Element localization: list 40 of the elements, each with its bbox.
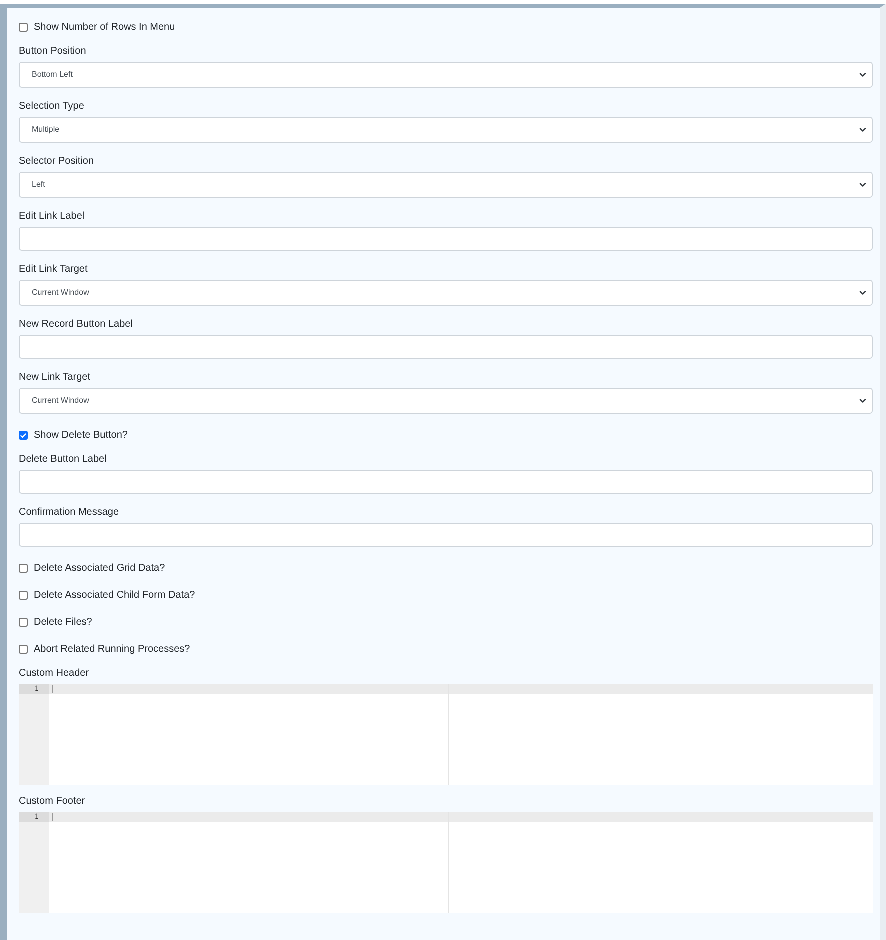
checkbox[interactable] [19,564,28,573]
check-icon [20,432,27,440]
field-label: Edit Link Label [19,210,86,223]
select-field[interactable]: Multiple [19,117,873,143]
field-label: Selection Type [19,100,86,113]
field-label: Custom Header [19,667,90,680]
checkbox-label: Abort Related Running Processes? [34,643,190,657]
checkbox[interactable] [19,431,28,440]
checkbox[interactable] [19,591,28,600]
field-label: New Record Button Label [19,318,134,331]
select-field[interactable]: Bottom Left [19,62,873,88]
checkbox-label: Show Delete Button? [34,429,128,443]
text-cursor [52,685,53,693]
chevron-down-icon [858,180,868,190]
text-field[interactable] [19,227,873,251]
checkbox[interactable] [19,23,28,32]
text-field[interactable] [19,470,873,494]
checkbox-label: Delete Associated Grid Data? [34,562,166,576]
field-label: Edit Link Target [19,263,89,276]
select-field[interactable]: Left [19,172,873,198]
text-field[interactable] [19,523,873,547]
field-label: Confirmation Message [19,506,120,519]
chevron-down-icon [858,125,868,135]
text-field[interactable] [19,335,873,359]
checkbox[interactable] [19,618,28,627]
checkbox-label: Show Number of Rows In Menu [34,21,176,35]
chevron-down-icon [858,396,868,406]
checkbox[interactable] [19,645,28,654]
field-label: New Link Target [19,371,92,384]
chevron-down-icon [858,288,868,298]
field-label: Custom Footer [19,795,86,808]
field-label: Button Position [19,45,88,58]
text-cursor [52,813,53,821]
select-field[interactable]: Current Window [19,388,873,414]
select-field[interactable]: Current Window [19,280,873,306]
field-label: Selector Position [19,155,96,168]
field-label: Delete Button Label [19,453,108,466]
checkbox-label: Delete Associated Child Form Data? [34,589,196,603]
checkbox-label: Delete Files? [34,616,92,630]
chevron-down-icon [858,70,868,80]
